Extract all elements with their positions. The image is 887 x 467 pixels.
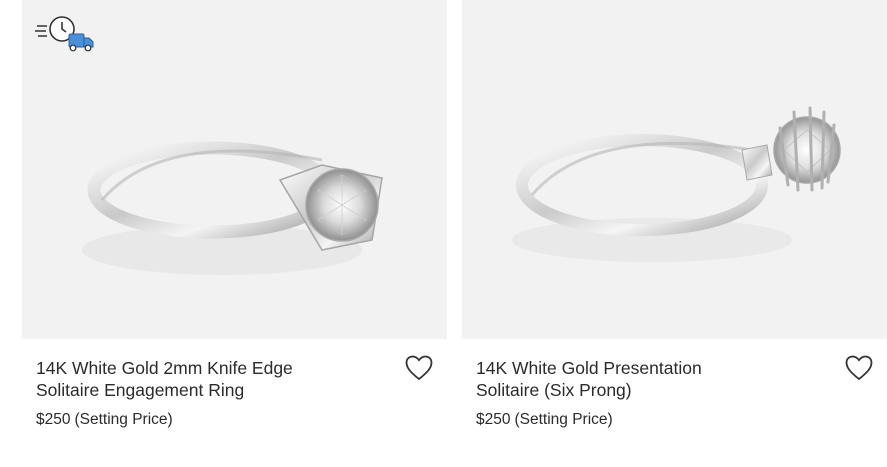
product-card[interactable]: 14K White Gold 2mm Knife Edge Solitaire … <box>22 0 447 467</box>
product-title[interactable]: 14K White Gold Presentation Solitaire (S… <box>476 357 806 401</box>
product-card[interactable]: 14K White Gold Presentation Solitaire (S… <box>462 0 887 467</box>
product-title-line-2[interactable]: Solitaire Engagement Ring <box>36 379 366 401</box>
ring-image-six-prong <box>512 106 841 262</box>
price-note: (Setting Price) <box>74 411 173 428</box>
fast-shipping-icon[interactable] <box>35 14 95 54</box>
price-note: (Setting Price) <box>514 411 613 428</box>
product-image[interactable] <box>462 0 887 339</box>
heart-icon[interactable] <box>845 355 873 381</box>
product-title-line-2[interactable]: Solitaire (Six Prong) <box>476 379 806 401</box>
product-title[interactable]: 14K White Gold 2mm Knife Edge Solitaire … <box>36 357 366 401</box>
price-value: $250 <box>476 411 511 428</box>
price-row: $250 (Setting Price) <box>476 411 613 429</box>
heart-icon[interactable] <box>405 355 433 381</box>
price-value: $250 <box>36 411 71 428</box>
product-image[interactable] <box>22 0 447 339</box>
price-row: $250 (Setting Price) <box>36 411 173 429</box>
product-title-line-1[interactable]: 14K White Gold Presentation <box>476 357 806 379</box>
product-title-line-1[interactable]: 14K White Gold 2mm Knife Edge <box>36 357 366 379</box>
